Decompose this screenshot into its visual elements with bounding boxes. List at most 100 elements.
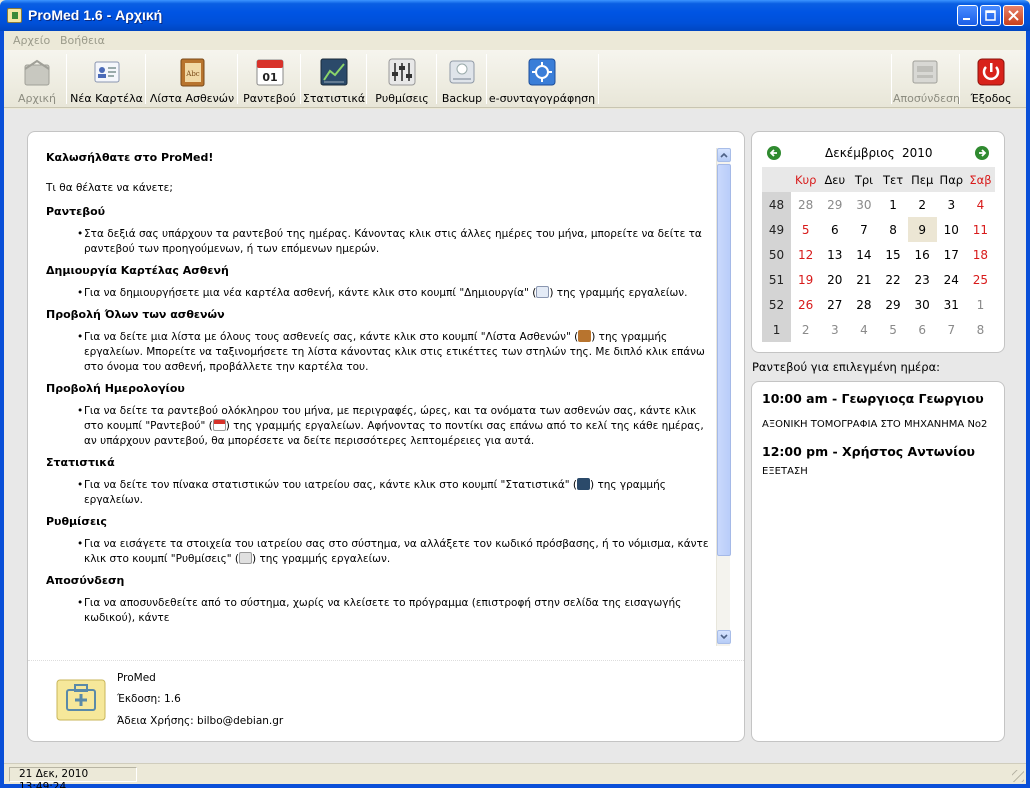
exit-button[interactable]: Έξοδος [961, 52, 1021, 106]
calendar-day[interactable]: 6 [908, 317, 937, 342]
calendar-day-selected[interactable]: 9 [907, 217, 937, 242]
calendar-day[interactable]: 22 [879, 267, 908, 292]
calendar-day[interactable]: 14 [849, 242, 878, 267]
backup-button[interactable]: Backup [438, 52, 486, 106]
hard-drive-icon [449, 60, 475, 84]
scroll-down-button[interactable] [717, 630, 731, 644]
menu-file[interactable]: Αρχείο [13, 34, 50, 47]
statistics-button[interactable]: Στατιστικά [302, 52, 366, 106]
calendar-day[interactable]: 10 [937, 217, 966, 242]
calendar-day[interactable]: 1 [879, 192, 908, 217]
section-text: Στα δεξιά σας υπάρχουν τα ραντεβού της η… [77, 227, 718, 257]
menu-help[interactable]: Βοήθεια [60, 34, 105, 47]
calendar-day[interactable]: 18 [966, 242, 995, 267]
eprescription-button[interactable]: e-συνταγογράφηση [488, 52, 596, 106]
calendar-day[interactable]: 16 [908, 242, 937, 267]
home-button[interactable]: Αρχική [8, 52, 66, 106]
calendar-day[interactable]: 25 [966, 267, 995, 292]
calendar-day[interactable]: 27 [820, 292, 849, 317]
calendar-day[interactable]: 2 [908, 192, 937, 217]
scroll-thumb[interactable] [717, 164, 731, 556]
section-text: Για να δείτε μια λίστα με όλους τους ασθ… [77, 330, 718, 375]
about-version: Έκδοση: 1.6 [117, 693, 181, 705]
logout-button[interactable]: Αποσύνδεση [893, 52, 960, 106]
calendar-day[interactable]: 29 [820, 192, 849, 217]
calendar-day[interactable]: 31 [937, 292, 966, 317]
calendar-day[interactable]: 6 [820, 217, 849, 242]
section-title: Ραντεβού [46, 205, 106, 218]
calendar-day[interactable]: 7 [849, 217, 878, 242]
calendar-day[interactable]: 1 [966, 292, 995, 317]
calendar-day[interactable]: 24 [937, 267, 966, 292]
toolbar-separator [366, 54, 367, 104]
sliders-icon [239, 552, 253, 564]
calendar-day[interactable]: 4 [966, 192, 995, 217]
toolbar-separator [66, 54, 67, 104]
calendar-day[interactable]: 8 [879, 217, 908, 242]
calendar-day[interactable]: 5 [879, 317, 908, 342]
scroll-up-button[interactable] [717, 148, 731, 162]
settings-button[interactable]: Ρυθμίσεις [368, 52, 436, 106]
calendar-grid: Κυρ Δευ Τρι Τετ Πεμ Παρ Σαβ 48 28 29 30 … [762, 167, 995, 342]
appointments-label: Ραντεβού [243, 92, 296, 105]
calendar-day[interactable]: 23 [908, 267, 937, 292]
calendar-day[interactable]: 5 [791, 217, 820, 242]
help-scroll-area[interactable]: Καλωσήλθατε στο ProMed! Τι θα θέλατε να … [28, 132, 744, 652]
patient-list-button[interactable]: Abc Λίστα Ασθενών [147, 52, 237, 106]
calendar-day[interactable]: 7 [937, 317, 966, 342]
vertical-scrollbar[interactable] [716, 148, 731, 646]
id-card-icon [536, 286, 550, 298]
calendar-day[interactable]: 26 [791, 292, 820, 317]
calendar-day[interactable]: 30 [849, 192, 878, 217]
calendar-day[interactable]: 17 [937, 242, 966, 267]
minimize-button[interactable] [957, 5, 978, 26]
resize-grip[interactable] [1012, 770, 1024, 782]
question-text: Τι θα θέλατε να κάνετε; [46, 182, 173, 194]
appointment-title[interactable]: 10:00 am - Γεωργιοςα Γεωργιου [762, 391, 984, 406]
prev-month-button[interactable] [767, 146, 781, 160]
chevron-up-icon [720, 152, 728, 158]
calendar-day[interactable]: 3 [937, 192, 966, 217]
calendar-day[interactable]: 30 [908, 292, 937, 317]
exit-label: Έξοδος [970, 92, 1012, 105]
week-header [762, 167, 792, 192]
new-card-label: Νέα Καρτέλα [70, 92, 143, 105]
calendar-day[interactable]: 2 [791, 317, 820, 342]
calendar-day[interactable]: 8 [966, 317, 995, 342]
month-selector[interactable]: Δεκέμβριος [825, 146, 895, 160]
patient-list-label: Λίστα Ασθενών [149, 92, 235, 105]
year-selector[interactable]: 2010 [902, 146, 933, 160]
about-license: Άδεια Χρήσης: bilbo@debian.gr [117, 715, 284, 727]
calendar-day[interactable]: 3 [820, 317, 849, 342]
logout-label: Αποσύνδεση [893, 92, 960, 105]
toolbar-separator [300, 54, 301, 104]
close-button[interactable] [1003, 5, 1024, 26]
calendar-day[interactable]: 29 [879, 292, 908, 317]
calendar-day[interactable]: 20 [820, 267, 849, 292]
toolbar: Αρχική Νέα Καρτέλα Abc Λίστα Ασθενών 01 … [4, 50, 1026, 108]
calendar-day[interactable]: 19 [791, 267, 820, 292]
calendar-day[interactable]: 4 [849, 317, 878, 342]
next-month-button[interactable] [975, 146, 989, 160]
maximize-button[interactable] [980, 5, 1001, 26]
calendar-day[interactable]: 28 [849, 292, 878, 317]
appointments-button[interactable]: 01 Ραντεβού [239, 52, 300, 106]
calendar-day[interactable]: 28 [791, 192, 820, 217]
calendar-day[interactable]: 12 [791, 242, 820, 267]
calendar-day-text: 01 [262, 71, 277, 84]
calendar-day[interactable]: 13 [820, 242, 849, 267]
calendar-day[interactable]: 21 [849, 267, 878, 292]
close-icon [1008, 10, 1019, 21]
calendar-panel: Δεκέμβριος 2010 Κυρ Δευ Τρι Τετ Πεμ Παρ … [751, 131, 1005, 353]
week-number: 48 [762, 192, 792, 217]
power-icon [977, 58, 1005, 86]
toolbar-separator [436, 54, 437, 104]
appointment-title[interactable]: 12:00 pm - Χρήστος Αντωνίου [762, 444, 975, 459]
new-card-button[interactable]: Νέα Καρτέλα [68, 52, 145, 106]
section-title: Αποσύνδεση [46, 574, 125, 587]
calendar-day[interactable]: 15 [879, 242, 908, 267]
calendar-day[interactable]: 11 [966, 217, 995, 242]
title-bar: ProMed 1.6 - Αρχική [0, 0, 1030, 31]
help-content: Καλωσήλθατε στο ProMed! Τι θα θέλατε να … [46, 150, 718, 632]
day-header: Πεμ [907, 167, 937, 192]
